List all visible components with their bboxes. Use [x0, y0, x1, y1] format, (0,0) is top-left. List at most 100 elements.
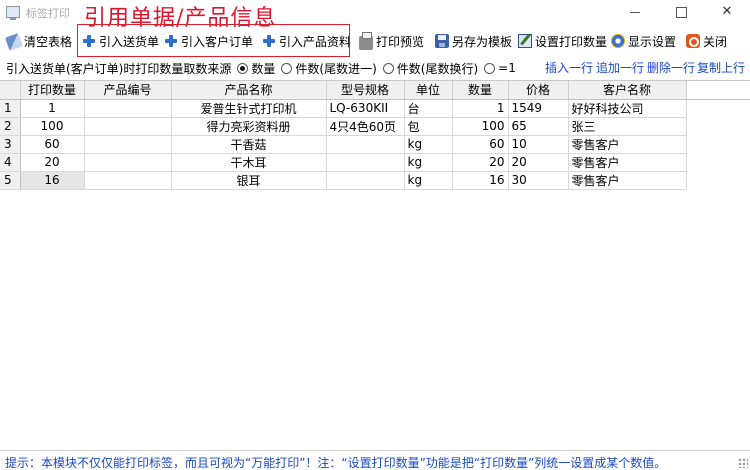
col-header-spec[interactable]: 型号规格: [326, 81, 405, 100]
cell-unit[interactable]: kg: [404, 135, 453, 154]
cell-price[interactable]: 10: [508, 135, 569, 154]
cell-product-code[interactable]: [84, 117, 172, 136]
cell-print-qty[interactable]: 1: [20, 99, 85, 118]
cell-unit[interactable]: 台: [404, 99, 453, 118]
col-header-product-code[interactable]: 产品编号: [84, 81, 172, 100]
col-header-product-name[interactable]: 产品名称: [171, 81, 327, 100]
cell-spec[interactable]: [326, 171, 405, 190]
col-header-customer[interactable]: 客户名称: [568, 81, 687, 100]
clear-table-button[interactable]: 清空表格: [5, 30, 73, 52]
empty-cell: [686, 135, 750, 153]
maximize-button[interactable]: [658, 0, 704, 26]
radio-dot-selected[interactable]: [237, 62, 249, 74]
empty-cell: [686, 99, 750, 117]
cell-product-code[interactable]: [84, 171, 172, 190]
cell-product-name[interactable]: 爱普生针式打印机: [171, 99, 327, 118]
cell-print-qty[interactable]: 60: [20, 135, 85, 154]
cell-unit[interactable]: 包: [404, 117, 453, 136]
data-grid[interactable]: 打印数量 产品编号 产品名称 型号规格 单位 数量 价格 客户名称 1 1 爱普…: [0, 80, 750, 450]
row-number[interactable]: 4: [0, 153, 21, 172]
empty-cell: [686, 153, 750, 171]
cell-print-qty[interactable]: 20: [20, 153, 85, 172]
radio-pieces-ceil[interactable]: 件数(尾数进一): [281, 60, 377, 77]
radio-qty-label: 数量: [251, 61, 276, 76]
table-row[interactable]: 3 60 干香菇 kg 60 10 零售客户: [0, 135, 750, 154]
radio-pieces-ceil-label: 件数(尾数进一): [295, 61, 377, 76]
corner-cell[interactable]: [0, 81, 21, 100]
cell-customer[interactable]: 零售客户: [568, 171, 687, 190]
cell-spec[interactable]: LQ-630KII: [326, 99, 405, 118]
cell-product-name[interactable]: 得力亮彩资料册: [171, 117, 327, 136]
radio-qty[interactable]: 数量: [237, 60, 275, 77]
save-template-label: 另存为模板: [452, 34, 513, 49]
close-window-button[interactable]: ✕: [704, 0, 750, 26]
append-row-link[interactable]: 追加一行: [596, 59, 644, 76]
label-table: 打印数量 产品编号 产品名称 型号规格 单位 数量 价格 客户名称 1 1 爱普…: [0, 81, 750, 190]
col-header-unit[interactable]: 单位: [404, 81, 453, 100]
radio-dot[interactable]: [382, 62, 394, 74]
cell-qty[interactable]: 16: [452, 171, 509, 190]
gear-icon: [611, 34, 625, 48]
row-number[interactable]: 3: [0, 135, 21, 154]
minimize-button[interactable]: [612, 0, 658, 26]
row-number[interactable]: 2: [0, 117, 21, 136]
cell-price[interactable]: 30: [508, 171, 569, 190]
cell-product-name[interactable]: 银耳: [171, 171, 327, 190]
radio-pieces-newline[interactable]: 件数(尾数换行): [382, 60, 479, 77]
cell-price[interactable]: 65: [508, 117, 569, 136]
cell-product-code[interactable]: [84, 153, 172, 172]
radio-pieces-newline-label: 件数(尾数换行): [396, 61, 479, 76]
cell-customer[interactable]: 零售客户: [568, 153, 687, 172]
highlight-box: [77, 24, 350, 57]
cell-product-name[interactable]: 干香菇: [171, 135, 327, 154]
save-template-button[interactable]: 另存为模板: [435, 30, 512, 52]
col-header-price[interactable]: 价格: [508, 81, 569, 100]
delete-row-link[interactable]: 删除一行: [647, 59, 695, 76]
status-hint: 提示：本模块不仅仅能打印标签，而且可视为“万能打印”！注：“设置打印数量”功能是…: [5, 456, 667, 470]
cell-spec[interactable]: [326, 135, 405, 154]
insert-row-link[interactable]: 插入一行: [545, 59, 593, 76]
display-settings-button[interactable]: 显示设置: [611, 30, 676, 52]
cell-product-name[interactable]: 干木耳: [171, 153, 327, 172]
table-row[interactable]: 4 20 干木耳 kg 20 20 零售客户: [0, 153, 750, 172]
cell-unit[interactable]: kg: [404, 153, 453, 172]
empty-cell: [686, 117, 750, 135]
col-header-print-qty[interactable]: 打印数量: [20, 81, 85, 100]
table-row[interactable]: 2 100 得力亮彩资料册 4只4色60页 包 100 65 张三: [0, 117, 750, 136]
table-row[interactable]: 5 16 银耳 kg 16 30 零售客户: [0, 171, 750, 190]
cell-print-qty-selected[interactable]: 16: [20, 171, 85, 190]
header-row: 打印数量 产品编号 产品名称 型号规格 单位 数量 价格 客户名称: [0, 81, 750, 100]
cell-customer[interactable]: 好好科技公司: [568, 99, 687, 118]
copy-row-link[interactable]: 复制上行: [697, 59, 745, 76]
empty-cell: [686, 171, 750, 189]
radio-equals-one[interactable]: =1: [484, 61, 516, 75]
close-button[interactable]: 关闭: [686, 30, 727, 52]
col-header-blank: [686, 81, 750, 100]
cell-spec[interactable]: [326, 153, 405, 172]
cell-qty[interactable]: 1: [452, 99, 509, 118]
cell-qty[interactable]: 60: [452, 135, 509, 154]
cell-product-code[interactable]: [84, 99, 172, 118]
table-row[interactable]: 1 1 爱普生针式打印机 LQ-630KII 台 1 1549 好好科技公司: [0, 99, 750, 118]
eraser-icon: [5, 33, 23, 51]
cell-customer[interactable]: 张三: [568, 117, 687, 136]
print-preview-button[interactable]: 打印预览: [359, 30, 424, 52]
cell-customer[interactable]: 零售客户: [568, 135, 687, 154]
set-print-qty-button[interactable]: 设置打印数量: [518, 30, 607, 52]
cell-price[interactable]: 1549: [508, 99, 569, 118]
cell-product-code[interactable]: [84, 135, 172, 154]
cell-qty[interactable]: 20: [452, 153, 509, 172]
cell-spec[interactable]: 4只4色60页: [326, 117, 405, 136]
cell-qty[interactable]: 100: [452, 117, 509, 136]
radio-dot[interactable]: [281, 62, 293, 74]
qty-source-label: 引入送货单(客户订单)时打印数量取数来源: [6, 61, 232, 76]
cell-unit[interactable]: kg: [404, 171, 453, 190]
clear-table-label: 清空表格: [24, 34, 73, 49]
resize-grip[interactable]: [738, 458, 748, 468]
radio-dot[interactable]: [484, 62, 496, 74]
row-number[interactable]: 5: [0, 171, 21, 190]
row-number[interactable]: 1: [0, 99, 21, 118]
col-header-qty[interactable]: 数量: [452, 81, 509, 100]
cell-price[interactable]: 20: [508, 153, 569, 172]
cell-print-qty[interactable]: 100: [20, 117, 85, 136]
